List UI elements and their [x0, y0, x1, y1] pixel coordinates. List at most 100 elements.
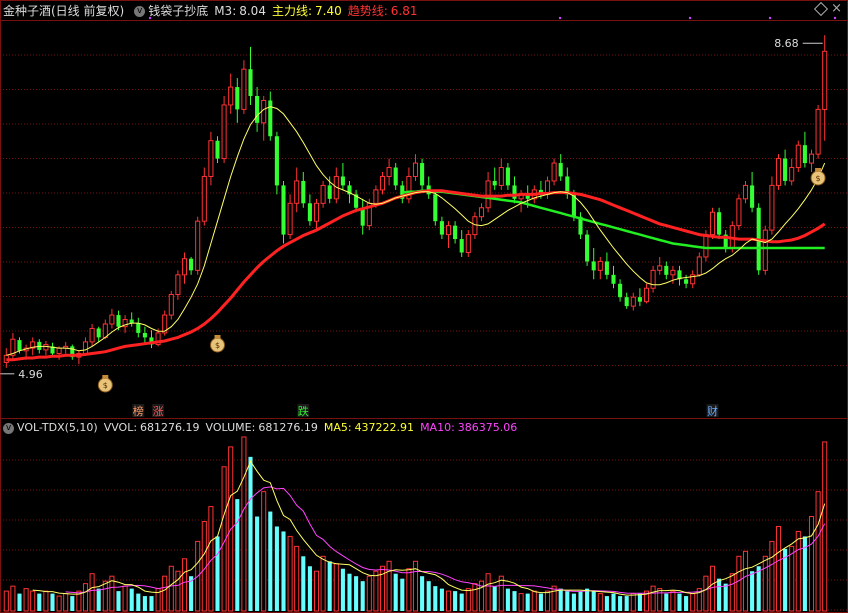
money-bag-icon: $	[810, 168, 826, 186]
candle-body-up	[320, 184, 326, 204]
candle	[221, 96, 227, 164]
candle-body-down	[459, 239, 464, 253]
main-line-value: 7.40	[315, 4, 342, 18]
volume-bar-down	[611, 593, 616, 611]
indicator-menu-icon[interactable]: v	[134, 5, 146, 17]
volume-bar-down	[347, 573, 352, 611]
volume-bar-up	[703, 575, 709, 612]
volume-bar-down	[453, 591, 458, 611]
volume-bar-up	[168, 565, 174, 612]
candle	[604, 252, 609, 280]
candle	[624, 292, 629, 309]
volume-bar-down	[268, 511, 273, 611]
candle-body-up	[670, 269, 676, 276]
volume-bar-up	[544, 590, 551, 612]
volume-bar-up	[201, 521, 207, 612]
event-marker: 涨	[152, 404, 165, 418]
candle-body-down	[340, 176, 345, 186]
candle	[406, 167, 412, 204]
candle-body-up	[175, 274, 181, 295]
candle	[313, 198, 320, 231]
candle-body-up	[643, 287, 650, 303]
candle-body-down	[664, 265, 669, 275]
candle	[611, 265, 616, 289]
volume-bar-up	[795, 530, 801, 612]
candle-body-up	[657, 265, 663, 271]
volume-bar-down	[116, 591, 121, 611]
marker-dot	[833, 16, 837, 20]
volume-bar-down	[439, 588, 444, 611]
candle	[30, 337, 36, 356]
candle	[630, 292, 636, 311]
event-marker: 财	[706, 404, 719, 418]
volume-menu-icon[interactable]: v	[3, 422, 14, 434]
volume-bar-up	[175, 570, 181, 612]
price-volume-chart[interactable]: 8.68 4.96 $ $ $ 榜涨 跌 财	[0, 0, 848, 613]
volume-label: VOLUME:	[205, 421, 256, 434]
trend-line-label: 趋势线:	[347, 4, 388, 18]
candle-body-up	[386, 167, 392, 177]
volume-bar-down	[37, 593, 42, 611]
volume-bar-up	[472, 583, 478, 612]
candle	[215, 136, 220, 164]
volume-bar-up	[23, 588, 29, 612]
candle-body-down	[189, 258, 194, 271]
volume-bar-up	[3, 590, 9, 612]
candle	[255, 87, 260, 132]
candle-body-up	[709, 211, 716, 236]
volume-bar-up	[122, 585, 128, 612]
candle-body-up	[630, 296, 636, 307]
candle	[472, 212, 478, 240]
candle-body-down	[142, 332, 147, 338]
candle-body-up	[379, 175, 386, 191]
stock-title[interactable]: 金种子酒(日线 前复权)	[3, 1, 124, 21]
candle-body-down	[393, 167, 398, 186]
volume-bar-down	[307, 566, 312, 611]
bag-tie	[214, 335, 221, 339]
candle	[175, 270, 181, 300]
candle-body-up	[742, 184, 749, 200]
close-icon[interactable]: ×	[831, 1, 842, 16]
volume-bar-up	[742, 550, 749, 612]
event-marker: 榜	[132, 404, 145, 418]
volume-bar-up	[498, 575, 504, 612]
candle-body-down	[248, 69, 253, 96]
candle-body-up	[412, 162, 419, 177]
bag-tie	[102, 375, 109, 379]
volume-bar-up	[313, 570, 320, 612]
candle-body-down	[505, 167, 510, 186]
volume-bar-down	[149, 596, 154, 611]
candle-body-up	[228, 86, 234, 106]
high-price-label: 8.68	[774, 37, 799, 50]
volume-bar-down	[400, 578, 405, 611]
candle	[709, 207, 716, 240]
trend-line-value: 6.81	[390, 4, 418, 18]
candle-body-up	[703, 234, 709, 258]
indicator-name[interactable]: 钱袋子抄底	[148, 1, 208, 21]
volume-bar-down	[360, 581, 365, 611]
candle-body-down	[268, 100, 273, 137]
candle-body-down	[604, 261, 609, 275]
candle-body-down	[684, 279, 689, 284]
candle-body-down	[802, 145, 807, 164]
vol-indicator-name[interactable]: VOL-TDX(5,10)	[17, 418, 98, 438]
money-bag-icon: $	[97, 375, 113, 393]
candle	[426, 176, 431, 199]
volume-bar-up	[10, 585, 16, 612]
volume-bar-up	[762, 555, 768, 612]
volume-bar-down	[750, 571, 755, 611]
volume-bar-down	[129, 588, 134, 611]
candle	[89, 324, 95, 347]
volume-value: 681276.19	[258, 421, 318, 434]
candle-body-down	[585, 234, 590, 262]
candle	[379, 172, 386, 195]
volume-bar-up	[56, 595, 62, 612]
candle	[201, 167, 207, 226]
volume-panel-header: v VOL-TDX(5,10) VVOL: 681276.19 VOLUME: …	[3, 418, 523, 438]
volume-bar-down	[492, 586, 497, 611]
candle	[492, 167, 497, 190]
candle	[769, 176, 775, 235]
volume-bar-down	[717, 578, 722, 611]
candle-body-up	[769, 184, 775, 231]
volume-bar-down	[248, 456, 253, 611]
